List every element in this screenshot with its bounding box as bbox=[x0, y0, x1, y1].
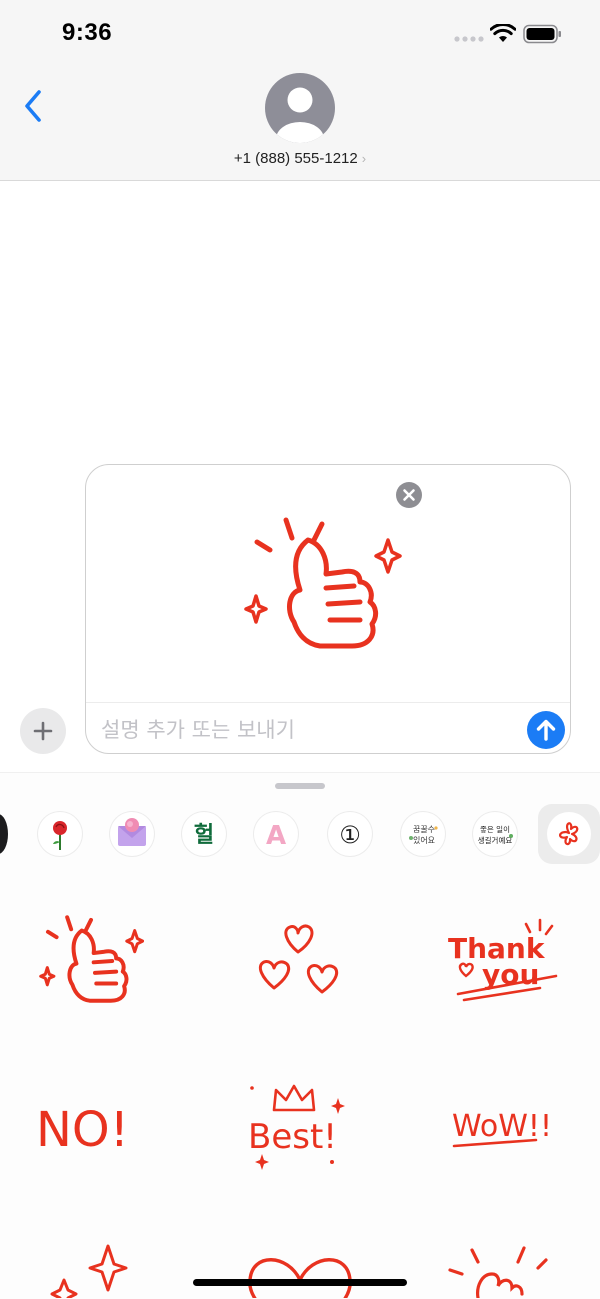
sticker-best-text: Best! bbox=[248, 1117, 337, 1157]
plus-icon bbox=[33, 721, 53, 741]
sticker-no[interactable]: NO! bbox=[34, 1096, 158, 1156]
sticker-thank-you[interactable]: Thank you bbox=[444, 918, 564, 1004]
tray-pack-heol[interactable]: 헐 bbox=[182, 812, 226, 856]
tray-pack-dream[interactable]: 꿈꿀수 있어요 bbox=[401, 812, 445, 856]
heol-text: 헐 bbox=[194, 823, 214, 848]
good-text-line1: 좋은 일이 bbox=[480, 824, 510, 834]
arrow-up-icon bbox=[536, 719, 556, 741]
tray-pack-clover bbox=[547, 812, 591, 856]
letter-a-text: A bbox=[266, 821, 286, 851]
close-icon bbox=[403, 489, 415, 501]
sticker-big-heart[interactable] bbox=[244, 1250, 356, 1298]
apps-plus-button[interactable] bbox=[20, 708, 66, 754]
sticker-wow-text: WoW!! bbox=[452, 1109, 552, 1144]
sticker-wow[interactable]: WoW!! bbox=[450, 1100, 560, 1156]
battery-icon bbox=[523, 24, 561, 44]
rose-icon bbox=[53, 821, 67, 850]
red-clover-icon bbox=[559, 822, 579, 846]
sticker-thumbs-up-2[interactable] bbox=[442, 1244, 560, 1298]
remove-attachment-button[interactable] bbox=[396, 482, 422, 508]
tray-pack-good-things[interactable]: 좋은 일이 생길거예요 bbox=[473, 812, 517, 856]
dream-text-line1: 꿈꿀수 bbox=[413, 825, 435, 834]
message-input[interactable] bbox=[101, 714, 511, 746]
tray-pack-circled-one[interactable]: ① bbox=[328, 812, 372, 856]
tray-pack-letter-a[interactable]: A bbox=[254, 812, 298, 856]
status-bar: 9:36 bbox=[0, 0, 600, 62]
compose-divider bbox=[86, 702, 570, 703]
sticker-sparkles[interactable] bbox=[48, 1240, 132, 1298]
tray-pack-rose[interactable] bbox=[38, 812, 82, 856]
home-indicator[interactable] bbox=[193, 1279, 407, 1286]
sticker-you-text: you bbox=[482, 958, 539, 991]
sticker-best[interactable]: Best! bbox=[244, 1078, 358, 1172]
sticker-hearts[interactable] bbox=[252, 922, 344, 996]
sticker-thumbs-up[interactable] bbox=[38, 912, 144, 1008]
circled-one-text: ① bbox=[339, 821, 361, 849]
contact-avatar[interactable] bbox=[265, 73, 335, 143]
chevron-right-icon: › bbox=[361, 151, 367, 166]
sticker-drawer bbox=[0, 772, 600, 1299]
tray-pack-envelope[interactable] bbox=[110, 812, 154, 856]
envelope-icon bbox=[118, 818, 146, 846]
wifi-icon bbox=[490, 24, 516, 42]
contact-number-text: +1 (888) 555-1212 bbox=[233, 150, 358, 167]
signal-icon bbox=[454, 36, 484, 42]
dream-text-line2: 있어요 bbox=[413, 835, 435, 845]
good-text-line2: 생길거예요 bbox=[478, 835, 513, 845]
back-chevron-icon[interactable] bbox=[22, 89, 44, 123]
status-time: 9:36 bbox=[62, 19, 113, 46]
sticker-no-text: NO! bbox=[36, 1102, 129, 1156]
contact-name-button[interactable]: +1 (888) 555-1212 › bbox=[0, 150, 600, 167]
attached-sticker-thumbs-up bbox=[244, 517, 402, 649]
tray-pack-selected[interactable] bbox=[538, 804, 600, 864]
drawer-grabber[interactable] bbox=[275, 783, 325, 789]
send-button[interactable] bbox=[527, 711, 565, 749]
